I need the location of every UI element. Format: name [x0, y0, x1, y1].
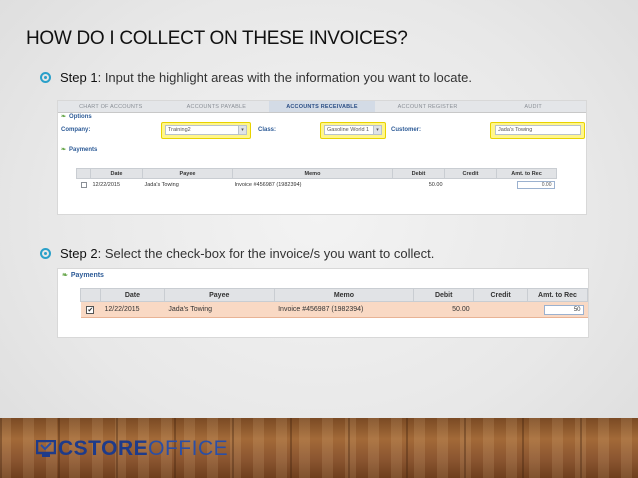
table-header: Date Payee Memo Debit Credit Amt. to Rec [80, 288, 588, 302]
col-credit: Credit [473, 288, 528, 302]
col-debit: Debit [413, 288, 475, 302]
slide: HOW DO I COLLECT ON THESE INVOICES? Step… [0, 0, 638, 478]
options-header: ❧ Options [58, 113, 586, 122]
table-row: 12/22/2015 Jada's Towing Invoice #456987… [77, 179, 587, 191]
nav-audit[interactable]: AUDIT [480, 101, 586, 112]
payments-table: Date Payee Memo Debit Credit Amt. to Rec… [76, 168, 587, 191]
step-2-lead: Step 2 [60, 246, 98, 261]
module-nav: CHART OF ACCOUNTS ACCOUNTS PAYABLE ACCOU… [58, 101, 586, 113]
nav-chart-of-accounts[interactable]: CHART OF ACCOUNTS [58, 101, 164, 112]
cell-date: 12/22/2015 [100, 301, 165, 318]
payments-header: ❧ Payments [58, 269, 588, 282]
options-title: Options [69, 114, 92, 120]
class-select[interactable]: Gasoline World 1 ▾ [324, 125, 382, 135]
logo: CSTORE OFFICE [35, 436, 229, 462]
payments-title: Payments [70, 272, 104, 279]
payments-header: ❧ Payments [58, 146, 586, 155]
cell-memo: Invoice #456987 (1982394) [274, 301, 414, 318]
options-row: Company: Training2 ▾ Class: Gasoline Worl… [58, 122, 586, 140]
bullet-icon [40, 72, 51, 83]
logo-text-part1: CSTORE [58, 437, 149, 460]
customer-label: Customer: [391, 127, 422, 133]
cell-debit: 50.00 [413, 301, 474, 318]
customer-input[interactable]: Jada's Towing [495, 125, 581, 135]
screenshot-payments-selected: ❧ Payments Date Payee Memo Debit Credit A… [57, 268, 589, 338]
step-2-text: : Select the check-box for the invoice/s… [97, 246, 435, 261]
col-amt-to-rec: Amt. to Rec [527, 288, 588, 302]
col-memo: Memo [232, 168, 393, 179]
class-label: Class: [258, 127, 277, 133]
step-1: Step 1: Input the highlight areas with t… [40, 70, 472, 85]
nav-account-register[interactable]: ACCOUNT REGISTER [375, 101, 481, 112]
col-check [76, 168, 91, 179]
payments-title: Payments [69, 147, 98, 153]
col-debit: Debit [392, 168, 445, 179]
payments-table: Date Payee Memo Debit Credit Amt. to Rec… [80, 288, 588, 318]
cell-credit [473, 301, 528, 318]
cell-payee: Jada's Towing [144, 181, 179, 188]
company-value: Training2 [168, 127, 191, 133]
invoice-checkbox[interactable] [80, 181, 87, 188]
col-credit: Credit [444, 168, 497, 179]
cell-credit [445, 179, 497, 191]
computer-monitor-icon [35, 439, 57, 458]
logo-text-part2: OFFICE [148, 437, 229, 460]
amount-to-rec-input[interactable]: 0.00 [516, 180, 555, 189]
table-header: Date Payee Memo Debit Credit Amt. to Rec [76, 168, 587, 179]
nav-accounts-receivable[interactable]: ACCOUNTS RECEIVABLE [269, 101, 375, 112]
leaf-icon: ❧ [62, 272, 68, 279]
company-label: Company: [61, 127, 91, 133]
col-payee: Payee [163, 288, 275, 302]
col-date: Date [99, 288, 165, 302]
col-memo: Memo [273, 288, 415, 302]
company-select[interactable]: Training2 ▾ [165, 125, 247, 135]
cell-memo: Invoice #456987 (1982394) [234, 181, 302, 188]
cell-payee: Jada's Towing [164, 301, 275, 318]
invoice-checkbox-checked[interactable]: ✔ [86, 305, 95, 314]
chevron-down-icon: ▾ [373, 126, 381, 134]
col-amt-to-rec: Amt. to Rec [496, 168, 557, 179]
cell-debit: 50.00 [428, 181, 443, 188]
leaf-icon: ❧ [61, 114, 67, 120]
col-payee: Payee [142, 168, 233, 179]
col-check [80, 288, 101, 302]
step-1-text: : Input the highlight areas with the inf… [97, 70, 472, 85]
col-date: Date [90, 168, 143, 179]
step-2: Step 2: Select the check-box for the inv… [40, 246, 434, 261]
bullet-icon [40, 248, 51, 259]
chevron-down-icon: ▾ [238, 126, 246, 134]
screenshot-accounts-receivable: CHART OF ACCOUNTS ACCOUNTS PAYABLE ACCOU… [57, 100, 587, 215]
table-row-selected: ✔ 12/22/2015 Jada's Towing Invoice #4569… [80, 301, 588, 318]
amount-to-rec-input[interactable]: 50 [543, 304, 584, 315]
slide-title: HOW DO I COLLECT ON THESE INVOICES? [26, 28, 408, 49]
class-value: Gasoline World 1 [327, 127, 370, 133]
cell-date: 12/22/2015 [92, 181, 121, 188]
leaf-icon: ❧ [61, 147, 67, 153]
step-1-lead: Step 1 [60, 70, 98, 85]
nav-accounts-payable[interactable]: ACCOUNTS PAYABLE [164, 101, 270, 112]
